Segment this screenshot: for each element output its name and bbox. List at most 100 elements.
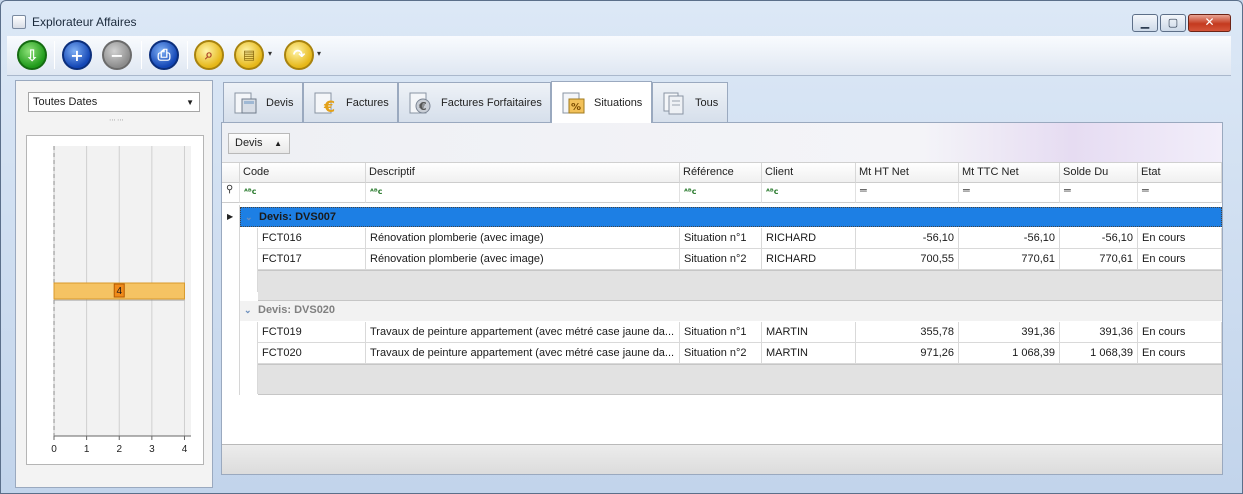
group-footer bbox=[258, 270, 1222, 301]
column-header-descriptif[interactable]: Descriptif bbox=[366, 163, 680, 183]
filter-pin-icon[interactable]: ⚲ bbox=[222, 183, 240, 203]
filter-code[interactable]: ᴬᴮc bbox=[240, 183, 366, 203]
chevron-down-icon[interactable]: ⌄ bbox=[244, 305, 258, 316]
copy-button[interactable]: ▤ bbox=[234, 40, 264, 70]
column-header-etat[interactable]: Etat bbox=[1138, 163, 1222, 183]
splitter-grip[interactable]: ⋯⋯ bbox=[109, 116, 125, 124]
cell-reference: Situation n°2 bbox=[680, 343, 762, 364]
tab-label: Tous bbox=[695, 96, 719, 109]
transfer-dropdown-icon[interactable]: ▾ bbox=[317, 49, 321, 58]
column-header-reference[interactable]: Référence bbox=[680, 163, 762, 183]
tab-tous[interactable]: Tous bbox=[652, 82, 728, 122]
group-indent bbox=[240, 228, 258, 292]
grid-panel: Devis ▲ Code Descriptif Référence Client… bbox=[221, 122, 1223, 475]
search-button[interactable]: ⌕ bbox=[194, 40, 224, 70]
cell-solde: -56,10 bbox=[1060, 228, 1138, 249]
plus-icon: + bbox=[70, 45, 84, 65]
column-header-mt-ttc[interactable]: Mt TTC Net bbox=[959, 163, 1060, 183]
group-indent bbox=[240, 322, 258, 394]
printer-icon: ⎙ bbox=[157, 45, 171, 64]
x-tick-label: 0 bbox=[51, 444, 57, 455]
grid-footer-bar bbox=[222, 444, 1222, 474]
column-header-code[interactable]: Code bbox=[240, 163, 366, 183]
cell-etat: En cours bbox=[1138, 249, 1222, 270]
cell-etat: En cours bbox=[1138, 343, 1222, 364]
tab-factures[interactable]: € Factures bbox=[303, 82, 398, 122]
filter-mt-ttc[interactable]: ═ bbox=[959, 183, 1060, 203]
minus-icon: − bbox=[110, 45, 124, 65]
chevron-down-icon[interactable]: ⌄ bbox=[245, 212, 259, 223]
cell-mt-ht: -56,10 bbox=[856, 228, 959, 249]
euro-document-icon: € bbox=[407, 91, 435, 115]
cell-reference: Situation n°1 bbox=[680, 322, 762, 343]
toolbar-separator bbox=[187, 41, 188, 69]
tab-label: Devis bbox=[266, 96, 294, 109]
magnifier-icon: ⌕ bbox=[205, 47, 213, 63]
documents-icon bbox=[661, 91, 689, 115]
x-tick-label: 2 bbox=[116, 444, 122, 455]
filter-reference[interactable]: ᴬᴮc bbox=[680, 183, 762, 203]
column-header-mt-ht[interactable]: Mt HT Net bbox=[856, 163, 959, 183]
remove-button[interactable]: − bbox=[102, 40, 132, 70]
add-button[interactable]: + bbox=[62, 40, 92, 70]
close-button[interactable]: ✕ bbox=[1188, 14, 1231, 32]
document-copy-icon: ▤ bbox=[242, 47, 256, 63]
tab-situations[interactable]: % Situations bbox=[551, 81, 652, 123]
cell-descriptif: Travaux de peinture appartement (avec mé… bbox=[366, 343, 680, 364]
filter-solde[interactable]: ═ bbox=[1060, 183, 1138, 203]
tab-label: Factures bbox=[346, 96, 389, 109]
window-title: Explorateur Affaires bbox=[32, 15, 137, 29]
group-row-dvs007[interactable]: ⌄ Devis: DVS007 bbox=[240, 207, 1222, 227]
toolbar: ⇩ + − ⎙ ⌕ ▤ ▾ ↷ ▾ bbox=[7, 36, 1231, 76]
filter-client[interactable]: ᴬᴮc bbox=[762, 183, 856, 203]
x-tick-label: 1 bbox=[84, 444, 90, 455]
cell-client: MARTIN bbox=[762, 343, 856, 364]
column-header-client[interactable]: Client bbox=[762, 163, 856, 183]
cell-code: FCT017 bbox=[258, 249, 366, 270]
green-down-arrow-icon: ⇩ bbox=[25, 45, 39, 65]
cell-mt-ht: 355,78 bbox=[856, 322, 959, 343]
transfer-button[interactable]: ↷ bbox=[284, 40, 314, 70]
maximize-button[interactable]: ▢ bbox=[1160, 14, 1186, 32]
cell-etat: En cours bbox=[1138, 228, 1222, 249]
cell-solde: 391,36 bbox=[1060, 322, 1138, 343]
tab-factures-forfaitaires[interactable]: € Factures Forfaitaires bbox=[398, 82, 551, 122]
cell-mt-ttc: 391,36 bbox=[959, 322, 1060, 343]
tab-devis[interactable]: Devis bbox=[223, 82, 303, 122]
cell-mt-ht: 700,55 bbox=[856, 249, 959, 270]
calculator-icon bbox=[232, 91, 260, 115]
copy-dropdown-icon[interactable]: ▾ bbox=[268, 49, 272, 58]
cell-code: FCT019 bbox=[258, 322, 366, 343]
toolbar-separator bbox=[54, 41, 55, 69]
toolbar-separator bbox=[141, 41, 142, 69]
sort-ascending-icon: ▲ bbox=[274, 139, 282, 148]
curved-arrow-icon: ↷ bbox=[292, 46, 306, 64]
cell-solde: 770,61 bbox=[1060, 249, 1138, 270]
filter-descriptif[interactable]: ᴬᴮc bbox=[366, 183, 680, 203]
group-by-panel: Devis ▲ bbox=[222, 123, 1222, 163]
cell-code: FCT016 bbox=[258, 228, 366, 249]
cell-client: MARTIN bbox=[762, 322, 856, 343]
window: Explorateur Affaires ▁ ▢ ✕ ⇩ + − ⎙ ⌕ ▤ ▾… bbox=[0, 0, 1243, 494]
title-bar: Explorateur Affaires ▁ ▢ ✕ bbox=[1, 1, 1242, 35]
date-filter-value: Toutes Dates bbox=[33, 96, 98, 108]
group-row-dvs020[interactable]: ⌄ Devis: DVS020 bbox=[240, 301, 1222, 321]
column-header-solde[interactable]: Solde Du bbox=[1060, 163, 1138, 183]
chevron-down-icon: ▼ bbox=[186, 98, 194, 107]
cell-mt-ttc: -56,10 bbox=[959, 228, 1060, 249]
refresh-button[interactable]: ⇩ bbox=[17, 40, 47, 70]
cell-mt-ht: 971,26 bbox=[856, 343, 959, 364]
chart-area: 0 1 2 3 4 4 bbox=[26, 135, 204, 465]
cell-reference: Situation n°1 bbox=[680, 228, 762, 249]
filter-etat[interactable]: ═ bbox=[1138, 183, 1222, 203]
date-filter-select[interactable]: Toutes Dates ▼ bbox=[28, 92, 200, 112]
filter-mt-ht[interactable]: ═ bbox=[856, 183, 959, 203]
print-button[interactable]: ⎙ bbox=[149, 40, 179, 70]
svg-text:€: € bbox=[418, 100, 427, 113]
header-corner bbox=[222, 163, 240, 183]
minimize-button[interactable]: ▁ bbox=[1132, 14, 1158, 32]
cell-mt-ttc: 770,61 bbox=[959, 249, 1060, 270]
cell-etat: En cours bbox=[1138, 322, 1222, 343]
app-icon bbox=[12, 15, 26, 29]
group-by-chip[interactable]: Devis ▲ bbox=[228, 133, 290, 154]
